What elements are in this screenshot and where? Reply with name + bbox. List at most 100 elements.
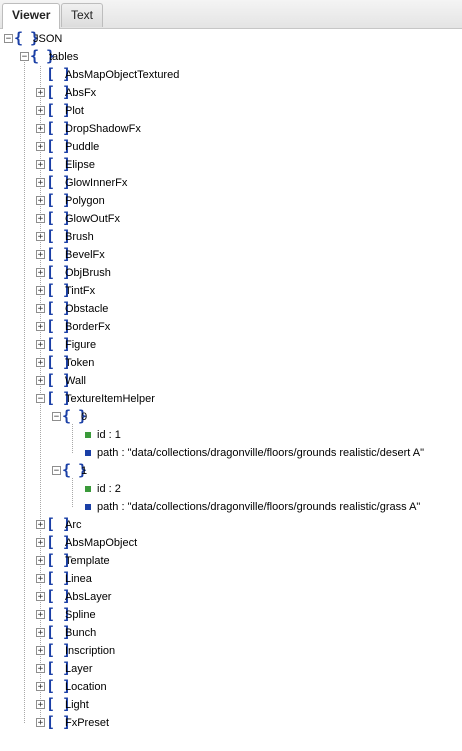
expand-icon[interactable]: +: [36, 358, 45, 368]
expand-icon[interactable]: +: [36, 214, 45, 224]
tree-node-table[interactable]: +[ ] AbsFx: [0, 84, 462, 102]
expand-icon[interactable]: +: [36, 520, 45, 530]
collapse-icon[interactable]: −: [4, 34, 13, 44]
expand-icon[interactable]: +: [36, 196, 45, 206]
tree-leaf-id[interactable]: id : 2: [0, 480, 462, 498]
tree-node-table[interactable]: +[ ] GlowInnerFx: [0, 174, 462, 192]
tree-node-table[interactable]: +[ ] GlowOutFx: [0, 210, 462, 228]
node-label: TintFx: [65, 285, 96, 297]
expand-icon[interactable]: +: [36, 160, 45, 170]
expand-icon[interactable]: +: [36, 232, 45, 242]
tree-node-table[interactable]: +[ ] AbsMapObject: [0, 534, 462, 552]
node-label: AbsMapObjectTextured: [65, 69, 180, 81]
node-label: Wall: [65, 375, 86, 387]
expand-icon[interactable]: +: [36, 574, 45, 584]
tree-node-table[interactable]: +[ ] Location: [0, 678, 462, 696]
expand-icon[interactable]: +: [36, 664, 45, 674]
tree-node-table[interactable]: +[ ] AbsLayer: [0, 588, 462, 606]
node-label: Polygon: [65, 195, 105, 207]
tree-leaf-path[interactable]: path : "data/collections/dragonville/flo…: [0, 444, 462, 462]
tab-text[interactable]: Text: [61, 3, 104, 27]
tree-node-table[interactable]: +[ ] FxPreset: [0, 714, 462, 732]
leaf-value: path : "data/collections/dragonville/flo…: [97, 501, 421, 513]
node-label: Bunch: [65, 627, 97, 639]
expand-icon[interactable]: +: [36, 88, 45, 98]
tree-node-table[interactable]: +[ ] Inscription: [0, 642, 462, 660]
collapse-icon[interactable]: −: [52, 412, 61, 422]
tree-node-table[interactable]: +[ ] Wall: [0, 372, 462, 390]
tree-node-table[interactable]: +[ ] Puddle: [0, 138, 462, 156]
node-label: GlowInnerFx: [65, 177, 128, 189]
node-label: Token: [65, 357, 95, 369]
node-label: Elipse: [65, 159, 95, 171]
leaf-value: id : 1: [97, 429, 121, 441]
tree-node-table[interactable]: +[ ] DropShadowFx: [0, 120, 462, 138]
tree-node-table[interactable]: [ ] AbsMapObjectTextured: [0, 66, 462, 84]
node-label: Obstacle: [65, 303, 109, 315]
tree-node-table[interactable]: +[ ] Template: [0, 552, 462, 570]
tree-node-table[interactable]: +[ ] Linea: [0, 570, 462, 588]
expand-icon[interactable]: +: [36, 700, 45, 710]
expand-icon[interactable]: +: [36, 556, 45, 566]
node-label: Figure: [65, 339, 97, 351]
node-label: BorderFx: [65, 321, 111, 333]
tree-node-table[interactable]: +[ ] Light: [0, 696, 462, 714]
expand-icon[interactable]: +: [36, 322, 45, 332]
expand-icon[interactable]: +: [36, 718, 45, 728]
expand-icon[interactable]: +: [36, 268, 45, 278]
node-label: 0: [81, 411, 88, 423]
tree-node-table[interactable]: +[ ] Spline: [0, 606, 462, 624]
collapse-icon[interactable]: −: [36, 394, 45, 404]
tree-node-array-item[interactable]: −{ } 0: [0, 408, 462, 426]
expand-icon[interactable]: +: [36, 340, 45, 350]
tree-node-table[interactable]: +[ ] Elipse: [0, 156, 462, 174]
tree-node-table[interactable]: +[ ] Plot: [0, 102, 462, 120]
tree-node-table[interactable]: +[ ] Layer: [0, 660, 462, 678]
expand-icon[interactable]: +: [36, 106, 45, 116]
node-label: BevelFx: [65, 249, 105, 261]
tree-node-table[interactable]: +[ ] Obstacle: [0, 300, 462, 318]
node-label: Light: [65, 699, 89, 711]
tree-node-table[interactable]: +[ ] Bunch: [0, 624, 462, 642]
tree-node-table[interactable]: +[ ] Brush: [0, 228, 462, 246]
expand-icon[interactable]: +: [36, 124, 45, 134]
collapse-icon[interactable]: −: [20, 52, 29, 62]
expand-icon[interactable]: +: [36, 250, 45, 260]
node-label: Puddle: [65, 141, 100, 153]
expand-icon[interactable]: +: [36, 376, 45, 386]
tab-bar: Viewer Text: [0, 0, 462, 29]
tree-node-table-expanded[interactable]: −[ ] TextureItemHelper: [0, 390, 462, 408]
expand-icon[interactable]: +: [36, 538, 45, 548]
expand-icon[interactable]: +: [36, 142, 45, 152]
expand-icon[interactable]: +: [36, 628, 45, 638]
expand-icon[interactable]: +: [36, 286, 45, 296]
expand-icon[interactable]: +: [36, 592, 45, 602]
tree-node-table[interactable]: +[ ] Token: [0, 354, 462, 372]
tree-leaf-path[interactable]: path : "data/collections/dragonville/flo…: [0, 498, 462, 516]
expand-icon[interactable]: +: [36, 610, 45, 620]
tree-node-root[interactable]: −{ } JSON: [0, 30, 462, 48]
node-label: TextureItemHelper: [65, 393, 155, 405]
tree-node-table[interactable]: +[ ] BevelFx: [0, 246, 462, 264]
node-label: Template: [65, 555, 110, 567]
tree-node-table[interactable]: +[ ] ObjBrush: [0, 264, 462, 282]
expand-icon[interactable]: +: [36, 304, 45, 314]
tree-leaf-id[interactable]: id : 1: [0, 426, 462, 444]
expand-icon[interactable]: +: [36, 646, 45, 656]
tab-viewer[interactable]: Viewer: [2, 3, 61, 29]
tree-node-array-item[interactable]: −{ } 1: [0, 462, 462, 480]
tree-node-table[interactable]: +[ ] Arc: [0, 516, 462, 534]
tree-node-table[interactable]: +[ ] BorderFx: [0, 318, 462, 336]
leaf-value: path : "data/collections/dragonville/flo…: [97, 447, 424, 459]
tree-node-table[interactable]: +[ ] TintFx: [0, 282, 462, 300]
node-label: Spline: [65, 609, 96, 621]
tree-node-table[interactable]: +[ ] Figure: [0, 336, 462, 354]
tree-node-tables[interactable]: −{ } tables: [0, 48, 462, 66]
node-label: FxPreset: [65, 717, 110, 729]
tree-node-table[interactable]: +[ ] Polygon: [0, 192, 462, 210]
expand-icon[interactable]: +: [36, 178, 45, 188]
collapse-icon[interactable]: −: [52, 466, 61, 476]
tables-label: tables: [49, 51, 79, 63]
expand-icon[interactable]: +: [36, 682, 45, 692]
node-label: DropShadowFx: [65, 123, 141, 135]
